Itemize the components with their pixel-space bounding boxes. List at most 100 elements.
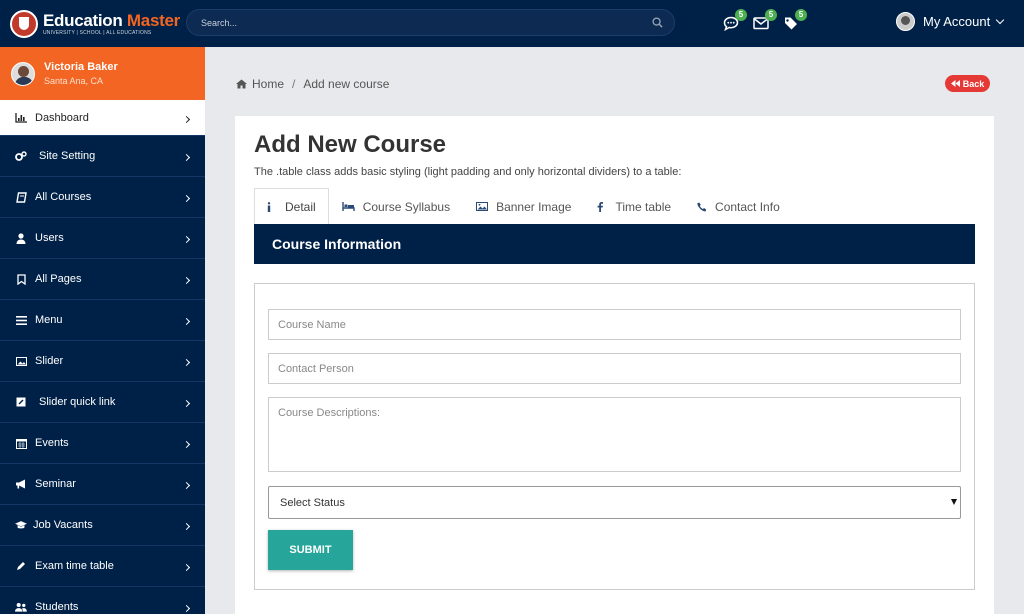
tags-button[interactable]: 5 xyxy=(783,9,807,32)
sidebar-item-users[interactable]: Users xyxy=(0,218,205,259)
sidebar-item-label: Users xyxy=(35,232,64,244)
logo-title-accent: Master xyxy=(126,10,180,30)
backward-icon xyxy=(950,80,960,87)
avatar xyxy=(11,61,35,86)
image-icon xyxy=(476,202,489,211)
logo[interactable]: Education Master UNIVERSITY | SCHOOL | A… xyxy=(0,0,185,47)
back-button[interactable]: Back xyxy=(945,75,990,92)
chevron-right-icon xyxy=(182,317,191,326)
bed-icon xyxy=(341,202,355,211)
tab-label: Time table xyxy=(615,199,672,214)
status-select[interactable]: Select Status xyxy=(268,486,961,519)
edit-icon xyxy=(15,396,27,408)
sidebar-item-label: Exam time table xyxy=(35,560,114,572)
chevron-right-icon xyxy=(182,194,191,203)
sidebar-item-label: Events xyxy=(35,437,69,449)
chevron-right-icon xyxy=(182,440,191,449)
mail-button[interactable]: 5 xyxy=(753,9,777,32)
sidebar-item-seminar[interactable]: Seminar xyxy=(0,464,205,505)
sidebar-item-students[interactable]: Students xyxy=(0,587,205,614)
chevron-right-icon xyxy=(182,358,191,367)
sidebar-item-label: Dashboard xyxy=(35,111,89,124)
facebook-icon xyxy=(597,201,604,212)
sidebar-item-label: Slider xyxy=(35,355,64,367)
user-icon xyxy=(15,232,27,244)
profile-location: Santa Ana, CA xyxy=(44,76,104,86)
bar-chart-icon xyxy=(15,112,27,124)
tab-label: Contact Info xyxy=(715,199,780,214)
sidebar-item-label: Job Vacants xyxy=(33,519,93,531)
section-header: Course Information xyxy=(254,224,975,264)
sidebar-item-exam-time-table[interactable]: Exam time table xyxy=(0,546,205,587)
logo-text: Education Master UNIVERSITY | SCHOOL | A… xyxy=(43,12,180,36)
back-button-label: Back xyxy=(962,78,985,89)
pencil-icon xyxy=(15,560,27,572)
bullhorn-icon xyxy=(15,478,27,490)
content-card: Add New Course The .table class adds bas… xyxy=(235,116,994,614)
sidebar-item-slider-quick-link[interactable]: Slider quick link xyxy=(0,382,205,423)
course-form: Select Status SUBMIT xyxy=(254,283,975,590)
top-bar: Education Master UNIVERSITY | SCHOOL | A… xyxy=(0,0,1024,47)
shield-logo-icon xyxy=(10,9,38,38)
messages-button[interactable]: 5 xyxy=(723,9,747,32)
logo-subtitle: UNIVERSITY | SCHOOL | ALL EDUCATIONS xyxy=(43,29,152,36)
tab-course-syllabus[interactable]: Course Syllabus xyxy=(329,188,463,224)
calendar-icon xyxy=(15,437,27,449)
account-label: My Account xyxy=(923,14,991,29)
sidebar-item-all-pages[interactable]: All Pages xyxy=(0,259,205,300)
logo-title-main: Education xyxy=(43,10,123,30)
tab-detail[interactable]: Detail xyxy=(254,188,329,224)
image-icon xyxy=(15,355,27,367)
bars-icon xyxy=(15,314,27,326)
page-title: Add New Course xyxy=(254,131,447,158)
page-description: The .table class adds basic styling (lig… xyxy=(254,166,682,178)
chevron-right-icon xyxy=(182,604,191,613)
tab-bar: Detail Course Syllabus Banner Image Time… xyxy=(254,188,975,224)
caret-down-icon xyxy=(951,499,957,505)
chevron-right-icon xyxy=(182,563,191,572)
sidebar-item-site-setting[interactable]: Site Setting xyxy=(0,136,205,177)
chevron-right-icon xyxy=(182,522,191,531)
tags-count-badge: 5 xyxy=(795,9,807,21)
search-icon[interactable] xyxy=(652,17,663,28)
submit-button[interactable]: SUBMIT xyxy=(268,530,353,570)
breadcrumb-separator: / xyxy=(292,77,296,91)
profile-name: Victoria Baker xyxy=(44,61,118,73)
profile-card[interactable]: Victoria Baker Santa Ana, CA xyxy=(0,47,205,100)
breadcrumb: Home / Add new course xyxy=(236,77,389,91)
book-icon xyxy=(15,191,27,203)
course-description-textarea[interactable] xyxy=(268,397,961,472)
course-name-input[interactable] xyxy=(268,309,961,340)
sidebar-item-dashboard[interactable]: Dashboard xyxy=(0,100,205,136)
account-avatar xyxy=(896,12,915,31)
sidebar-item-job-vacants[interactable]: Job Vacants xyxy=(0,505,205,546)
chevron-right-icon xyxy=(182,153,191,162)
chevron-right-icon xyxy=(182,115,191,123)
search-input[interactable] xyxy=(187,10,674,35)
sidebar-item-menu[interactable]: Menu xyxy=(0,300,205,341)
mail-count-badge: 5 xyxy=(765,9,777,21)
chevron-right-icon xyxy=(182,399,191,408)
graduation-cap-icon xyxy=(15,519,27,531)
contact-person-input[interactable] xyxy=(268,353,961,384)
tab-time-table[interactable]: Time table xyxy=(584,188,684,224)
phone-icon xyxy=(697,202,707,212)
sidebar-item-events[interactable]: Events xyxy=(0,423,205,464)
tab-label: Banner Image xyxy=(496,199,572,214)
chevron-right-icon xyxy=(182,481,191,490)
tab-contact-info[interactable]: Contact Info xyxy=(684,188,793,224)
status-select-value: Select Status xyxy=(280,496,345,509)
breadcrumb-current: Add new course xyxy=(303,77,390,91)
chevron-down-icon xyxy=(995,15,1005,24)
tab-label: Course Syllabus xyxy=(362,199,451,214)
breadcrumb-home-link[interactable]: Home xyxy=(252,77,284,91)
sidebar-item-slider[interactable]: Slider xyxy=(0,341,205,382)
sidebar-item-all-courses[interactable]: All Courses xyxy=(0,177,205,218)
sidebar-item-label: All Courses xyxy=(35,191,92,203)
bookmark-icon xyxy=(15,273,27,285)
account-menu[interactable]: My Account xyxy=(896,12,1005,31)
tab-banner-image[interactable]: Banner Image xyxy=(463,188,584,224)
messages-count-badge: 5 xyxy=(735,9,747,21)
info-icon xyxy=(267,201,271,212)
sidebar-item-label: All Pages xyxy=(35,273,82,285)
